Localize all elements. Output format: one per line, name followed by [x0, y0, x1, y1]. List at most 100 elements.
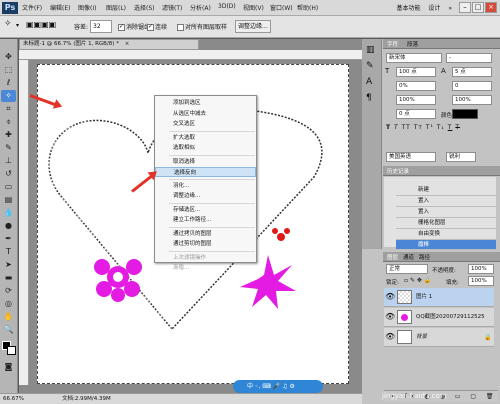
eyedropper-tool-icon[interactable]: ⌽ — [1, 116, 16, 128]
lock-icons[interactable]: ▫ ✎ ✥ 🔒 — [404, 277, 431, 284]
context-menu-item[interactable]: 通过拷贝的图层 — [155, 229, 256, 239]
brush-tool-icon[interactable]: ✎ — [1, 142, 16, 154]
ime-toolbar[interactable]: 中 ◦, ⌨ 🎤 ♫ ⚙ — [233, 380, 323, 393]
blur-tool-icon[interactable]: 💧 — [1, 207, 16, 219]
refine-edge-button[interactable]: 调整边缘... — [235, 20, 271, 33]
layer-row[interactable]: 👁 背景 🔒 — [384, 328, 494, 347]
context-menu-item[interactable]: 调整边缘... — [155, 191, 256, 201]
leading-field[interactable]: 5 点 — [452, 67, 492, 77]
move-tool-icon[interactable]: ✥ — [1, 51, 16, 63]
menu-help[interactable]: 帮助(H) — [297, 3, 318, 12]
context-menu-item[interactable]: 取消选择 — [155, 157, 256, 167]
tab-history[interactable]: 历史记录 — [387, 167, 409, 175]
fill-field[interactable]: 100% — [468, 276, 494, 286]
type-tool-icon[interactable]: T — [1, 246, 16, 258]
font-family-select[interactable]: 新宋体 — [386, 53, 442, 63]
history-item[interactable]: 自由变换 — [396, 229, 496, 240]
document-tab[interactable]: 未标题-1 @ 66.7% (图片 1, RGB/8) * × — [19, 39, 199, 50]
shape-tool-icon[interactable]: ▬ — [1, 272, 16, 284]
history-item[interactable]: 新建 — [396, 185, 496, 196]
brush-panel-icon[interactable]: ✎ — [366, 61, 374, 71]
layer-row[interactable]: 👁 图片 1 — [384, 288, 494, 307]
menu-layer[interactable]: 图层(L) — [106, 3, 126, 12]
context-menu-item[interactable]: 扩大选取 — [155, 133, 256, 143]
menu-window[interactable]: 窗口(W) — [270, 3, 293, 12]
zoom-tool-icon[interactable]: 🔍 — [1, 324, 16, 336]
workspace-design[interactable]: 设计 — [428, 5, 440, 12]
stamp-tool-icon[interactable]: ⊥ — [1, 155, 16, 167]
kerning-field[interactable]: 0% — [396, 81, 436, 91]
maximize-button[interactable]: □ — [472, 2, 484, 13]
path-select-tool-icon[interactable]: ➤ — [1, 259, 16, 271]
history-brush-tool-icon[interactable]: ↺ — [1, 168, 16, 180]
document-close-icon[interactable]: × — [125, 41, 130, 47]
menu-select[interactable]: 选择(S) — [134, 3, 155, 12]
selection-mode-icons[interactable]: ▣▣▣▣ — [26, 20, 56, 29]
menu-file[interactable]: 文件(F) — [22, 3, 42, 12]
tab-character[interactable]: 字符 — [387, 40, 398, 48]
history-item[interactable]: 置入 — [396, 207, 496, 218]
tab-channels[interactable]: 通道 — [403, 253, 414, 261]
tab-paragraph[interactable]: 段落 — [407, 40, 418, 48]
baseline-shift-field[interactable]: 0 点 — [396, 109, 436, 119]
lasso-tool-icon[interactable]: ℓ — [1, 77, 16, 89]
eye-icon[interactable]: 👁 — [385, 292, 395, 302]
layer-name[interactable]: 图片 1 — [416, 288, 432, 307]
character-panel-icon[interactable]: A — [366, 77, 372, 87]
close-button[interactable]: × — [485, 2, 497, 13]
font-size-field[interactable]: 100 点 — [396, 67, 436, 77]
context-menu-item[interactable]: 交叉选区 — [155, 119, 256, 129]
tool-preset-caret[interactable]: ▾ — [16, 22, 19, 29]
history-item[interactable]: 置入 — [396, 196, 496, 207]
text-color-swatch[interactable] — [452, 109, 478, 119]
font-style-select[interactable]: - — [446, 53, 492, 63]
tolerance-input[interactable]: 32 — [90, 20, 112, 33]
opacity-field[interactable]: 100% — [468, 264, 494, 274]
anti-alias-select[interactable]: 锐利 — [446, 152, 476, 162]
workspace-basic[interactable]: 基本功能 — [396, 5, 420, 12]
blend-mode-select[interactable]: 正常 — [386, 264, 428, 274]
tab-layers[interactable]: 图层 — [387, 253, 398, 261]
context-menu-item[interactable]: 从选区中减去 — [155, 109, 256, 119]
paragraph-panel-icon[interactable]: ¶ — [366, 93, 372, 103]
quick-select-tool-icon[interactable]: ✧ — [1, 90, 16, 102]
eraser-tool-icon[interactable]: ▭ — [1, 181, 16, 193]
pen-tool-icon[interactable]: ✒ — [1, 233, 16, 245]
history-item-selected[interactable]: 魔棒 — [396, 240, 496, 250]
menu-edit[interactable]: 编辑(E) — [50, 3, 70, 12]
menu-filter[interactable]: 滤镜(T) — [162, 3, 182, 12]
healing-tool-icon[interactable]: ✚ — [1, 129, 16, 141]
menu-analysis[interactable]: 分析(A) — [190, 3, 211, 12]
tracking-field[interactable]: 0 — [452, 81, 492, 91]
context-menu-item[interactable]: 选择反向 — [155, 167, 256, 177]
eye-icon[interactable]: 👁 — [385, 332, 395, 342]
context-menu-item[interactable]: 建立工作路径... — [155, 215, 256, 225]
layer-name[interactable]: QQ截图20200729112525 — [416, 308, 485, 327]
all-layers-checkbox[interactable]: 对所有图层取样 — [177, 22, 227, 31]
dodge-tool-icon[interactable]: ● — [1, 220, 16, 232]
context-menu-item[interactable]: 通过剪切的图层 — [155, 239, 256, 249]
crop-tool-icon[interactable]: ⌗ — [1, 103, 16, 115]
language-select[interactable]: 美国英语 — [386, 152, 436, 162]
context-menu-item[interactable]: 存储选区... — [155, 205, 256, 215]
workspace-more[interactable]: » — [448, 5, 452, 12]
layer-name[interactable]: 背景 — [416, 328, 427, 347]
eye-icon[interactable]: 👁 — [385, 312, 395, 322]
menu-3d[interactable]: 3D(D) — [218, 3, 236, 10]
3d-orbit-tool-icon[interactable]: ◎ — [1, 298, 16, 310]
minimize-button[interactable]: – — [459, 2, 471, 13]
context-menu-item[interactable]: 羽化... — [155, 181, 256, 191]
background-color-swatch[interactable] — [7, 346, 16, 355]
status-zoom[interactable]: 66.67% — [3, 394, 24, 404]
gradient-tool-icon[interactable]: ▤ — [1, 194, 16, 206]
contiguous-checkbox[interactable]: 连续 — [147, 22, 167, 31]
menu-image[interactable]: 图像(I) — [78, 3, 96, 12]
anti-alias-checkbox[interactable]: 消除锯齿 — [118, 22, 150, 31]
history-panel-icon[interactable]: ▥ — [366, 45, 375, 55]
hand-tool-icon[interactable]: ✋ — [1, 311, 16, 323]
layer-row[interactable]: 👁 QQ截图20200729112525 — [384, 308, 494, 327]
font-style-buttons[interactable]: T T TT Tт T¹ T₁ T T — [386, 124, 460, 131]
vertical-scale-field[interactable]: 100% — [396, 95, 436, 105]
context-menu-item[interactable]: 选取相似 — [155, 143, 256, 153]
horizontal-scale-field[interactable]: 100% — [452, 95, 492, 105]
